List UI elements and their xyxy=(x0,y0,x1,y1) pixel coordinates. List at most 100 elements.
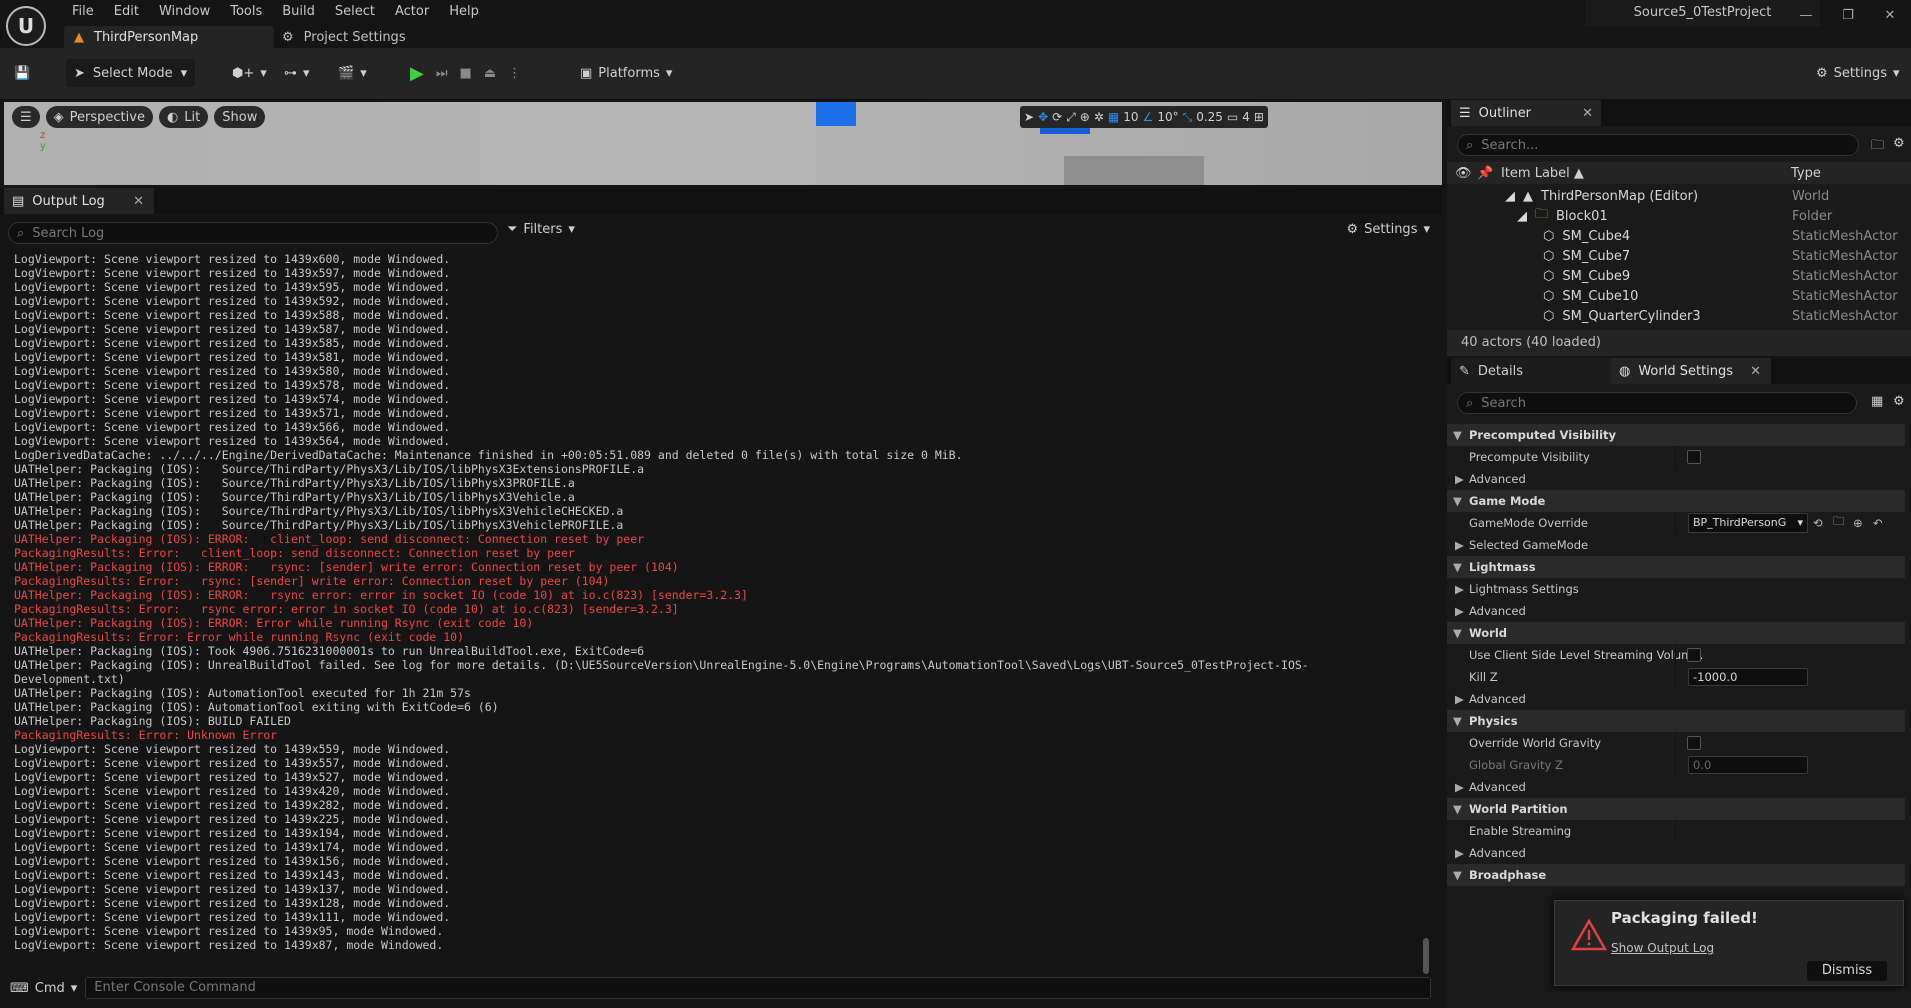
eye-icon[interactable]: 👁 xyxy=(1455,166,1472,181)
browse-icon[interactable]: ⟲ xyxy=(1813,516,1823,530)
details-category[interactable]: ▼ Broadphase xyxy=(1447,864,1905,886)
details-category[interactable]: ▼ World Partition xyxy=(1447,798,1905,820)
property-checkbox[interactable] xyxy=(1687,450,1701,464)
collapse-arrow-icon[interactable]: ▼ xyxy=(1453,626,1462,640)
details-property-row[interactable]: ▶ Advanced xyxy=(1447,468,1905,490)
menu-edit[interactable]: Edit xyxy=(104,2,149,22)
select-mode-dropdown[interactable]: ➤ Select Mode ▾ xyxy=(66,59,196,87)
close-icon[interactable]: ✕ xyxy=(1582,106,1593,121)
expand-arrow-icon[interactable]: ▶ xyxy=(1455,692,1464,706)
toolbar-settings-button[interactable]: ⚙ Settings ▾ xyxy=(1816,58,1900,88)
tab-output-log[interactable]: ▤ Output Log ✕ xyxy=(4,188,154,214)
tab-thirdpersonmap[interactable]: ▲ ThirdPersonMap xyxy=(64,26,274,48)
outliner-row[interactable]: ⬡ SM_Cube9 StaticMeshActor xyxy=(1447,266,1911,286)
select-tool-icon[interactable]: ➤ xyxy=(1024,110,1034,124)
collapse-arrow-icon[interactable]: ▼ xyxy=(1453,802,1462,816)
cmd-dropdown[interactable]: ⌨ Cmd ▾ xyxy=(10,981,77,996)
property-checkbox[interactable] xyxy=(1687,736,1701,750)
menu-help[interactable]: Help xyxy=(439,2,489,22)
perspective-button[interactable]: ◈ Perspective xyxy=(45,106,153,128)
rotation-snap-value[interactable]: 10° xyxy=(1157,110,1178,124)
details-property-row[interactable]: ▶ Advanced xyxy=(1447,776,1905,798)
scale-snap-value[interactable]: 0.25 xyxy=(1196,110,1223,124)
surface-snap-icon[interactable]: ✲ xyxy=(1094,110,1104,124)
outliner-row[interactable]: ⬡ SM_Cube10 StaticMeshActor xyxy=(1447,286,1911,306)
details-property-row[interactable]: Override World Gravity xyxy=(1447,732,1905,754)
details-category[interactable]: ▼ Physics xyxy=(1447,710,1905,732)
camera-speed-icon[interactable]: ▭ xyxy=(1227,110,1238,124)
unreal-logo-icon[interactable]: U xyxy=(6,6,46,46)
expand-arrow-icon[interactable]: ▶ xyxy=(1455,582,1464,596)
details-property-row[interactable]: ▶ Advanced xyxy=(1447,600,1905,622)
details-category[interactable]: ▼ Precomputed Visibility xyxy=(1447,424,1905,446)
expand-arrow-icon[interactable]: ▶ xyxy=(1455,604,1464,618)
tab-outliner[interactable]: ☰ Outliner ✕ xyxy=(1451,100,1601,126)
minimize-icon[interactable]: — xyxy=(1785,0,1827,32)
menu-file[interactable]: File xyxy=(62,2,104,22)
menu-actor[interactable]: Actor xyxy=(385,2,439,22)
filters-button[interactable]: ⏷ Filters ▾ xyxy=(507,222,575,237)
details-property-row[interactable]: ▶ Lightmass Settings xyxy=(1447,578,1905,600)
log-search-input[interactable]: ⌕ Search Log xyxy=(8,222,498,244)
collapse-arrow-icon[interactable]: ▼ xyxy=(1453,494,1462,508)
outliner-row[interactable]: ⬡ SM_QuarterCylinder3 StaticMeshActor xyxy=(1447,306,1911,326)
details-property-row[interactable]: Enable Streaming xyxy=(1447,820,1905,842)
grid-snap-value[interactable]: 10 xyxy=(1123,110,1138,124)
details-property-row[interactable]: GameMode Override BP_ThirdPersonG ▾ ⟲ 🗀 ⊕ ↶ xyxy=(1447,512,1905,534)
property-value-input[interactable]: -1000.0 xyxy=(1688,668,1808,686)
details-property-row[interactable]: Global Gravity Z 0.0 xyxy=(1447,754,1905,776)
col-type[interactable]: Type xyxy=(1791,166,1821,181)
close-icon[interactable]: ✕ xyxy=(1869,0,1911,32)
lit-button[interactable]: ◐ Lit xyxy=(158,106,209,128)
tab-project-settings[interactable]: ⚙ Project Settings xyxy=(282,26,406,48)
tab-details[interactable]: ✎ Details xyxy=(1451,358,1611,384)
menu-build[interactable]: Build xyxy=(272,2,325,22)
details-category[interactable]: ▼ Lightmass xyxy=(1447,556,1905,578)
outliner-row[interactable]: ⬡ SM_Cube4 StaticMeshActor xyxy=(1447,226,1911,246)
menu-window[interactable]: Window xyxy=(149,2,220,22)
details-category[interactable]: ▼ Game Mode xyxy=(1447,490,1905,512)
close-icon[interactable]: ✕ xyxy=(1750,364,1761,379)
move-tool-icon[interactable]: ✥ xyxy=(1038,110,1048,124)
expand-arrow-icon[interactable]: ▶ xyxy=(1455,780,1464,794)
console-command-input[interactable]: Enter Console Command xyxy=(85,977,1432,999)
gear-icon[interactable]: ⚙ xyxy=(1893,136,1905,151)
menu-tools[interactable]: Tools xyxy=(220,2,272,22)
add-actor-button[interactable]: ⬢+ ▾ xyxy=(232,58,267,88)
cinematics-button[interactable]: 🎬 ▾ xyxy=(338,58,367,88)
details-category[interactable]: ▼ World xyxy=(1447,622,1905,644)
show-output-log-link[interactable]: Show Output Log xyxy=(1611,941,1714,955)
menu-select[interactable]: Select xyxy=(325,2,385,22)
log-settings-button[interactable]: ⚙ Settings ▾ xyxy=(1346,222,1430,237)
reset-icon[interactable]: ↶ xyxy=(1873,516,1883,530)
step-icon[interactable]: ⏭ xyxy=(436,66,448,81)
details-property-row[interactable]: Kill Z -1000.0 xyxy=(1447,666,1905,688)
outliner-search-input[interactable]: ⌕ Search... xyxy=(1457,134,1859,156)
outliner-row[interactable]: ◢ 🗀 Block01 Folder xyxy=(1447,206,1911,226)
expand-arrow-icon[interactable]: ▶ xyxy=(1455,538,1464,552)
details-property-row[interactable]: Use Client Side Level Streaming Volum... xyxy=(1447,644,1905,666)
eject-icon[interactable]: ⏏ xyxy=(484,66,496,81)
close-icon[interactable]: ✕ xyxy=(133,194,144,209)
details-property-row[interactable]: Precompute Visibility xyxy=(1447,446,1905,468)
outliner-row[interactable]: ⬡ SM_Cube7 StaticMeshActor xyxy=(1447,246,1911,266)
folder-icon[interactable]: 🗀 xyxy=(1833,514,1845,533)
rotate-tool-icon[interactable]: ⟳ xyxy=(1052,110,1062,124)
save-button[interactable]: 💾 xyxy=(14,58,30,88)
collapse-arrow-icon[interactable]: ▼ xyxy=(1453,428,1462,442)
expand-arrow-icon[interactable]: ◢ xyxy=(1517,209,1527,224)
collapse-arrow-icon[interactable]: ▼ xyxy=(1453,560,1462,574)
expand-arrow-icon[interactable]: ▶ xyxy=(1455,472,1464,486)
expand-arrow-icon[interactable]: ▶ xyxy=(1455,846,1464,860)
details-property-row[interactable]: ▶ Advanced xyxy=(1447,688,1905,710)
gear-icon[interactable]: ⚙ xyxy=(1893,394,1905,409)
pin-icon[interactable]: 📌 xyxy=(1477,166,1493,181)
grid-snap-icon[interactable]: ▦ xyxy=(1108,110,1119,124)
collapse-arrow-icon[interactable]: ▼ xyxy=(1453,714,1462,728)
collapse-arrow-icon[interactable]: ▼ xyxy=(1453,868,1462,882)
level-viewport[interactable]: zy ☰ ◈ Perspective ◐ Lit Show ➤ ✥ ⟳ ⤢ ⊕ ✲ … xyxy=(4,102,1442,185)
layout-icon[interactable]: ⊞ xyxy=(1254,110,1264,124)
viewport-menu-button[interactable]: ☰ xyxy=(12,106,40,128)
scale-snap-icon[interactable]: ⤡ xyxy=(1183,110,1193,125)
property-value-input[interactable]: 0.0 xyxy=(1688,756,1808,774)
